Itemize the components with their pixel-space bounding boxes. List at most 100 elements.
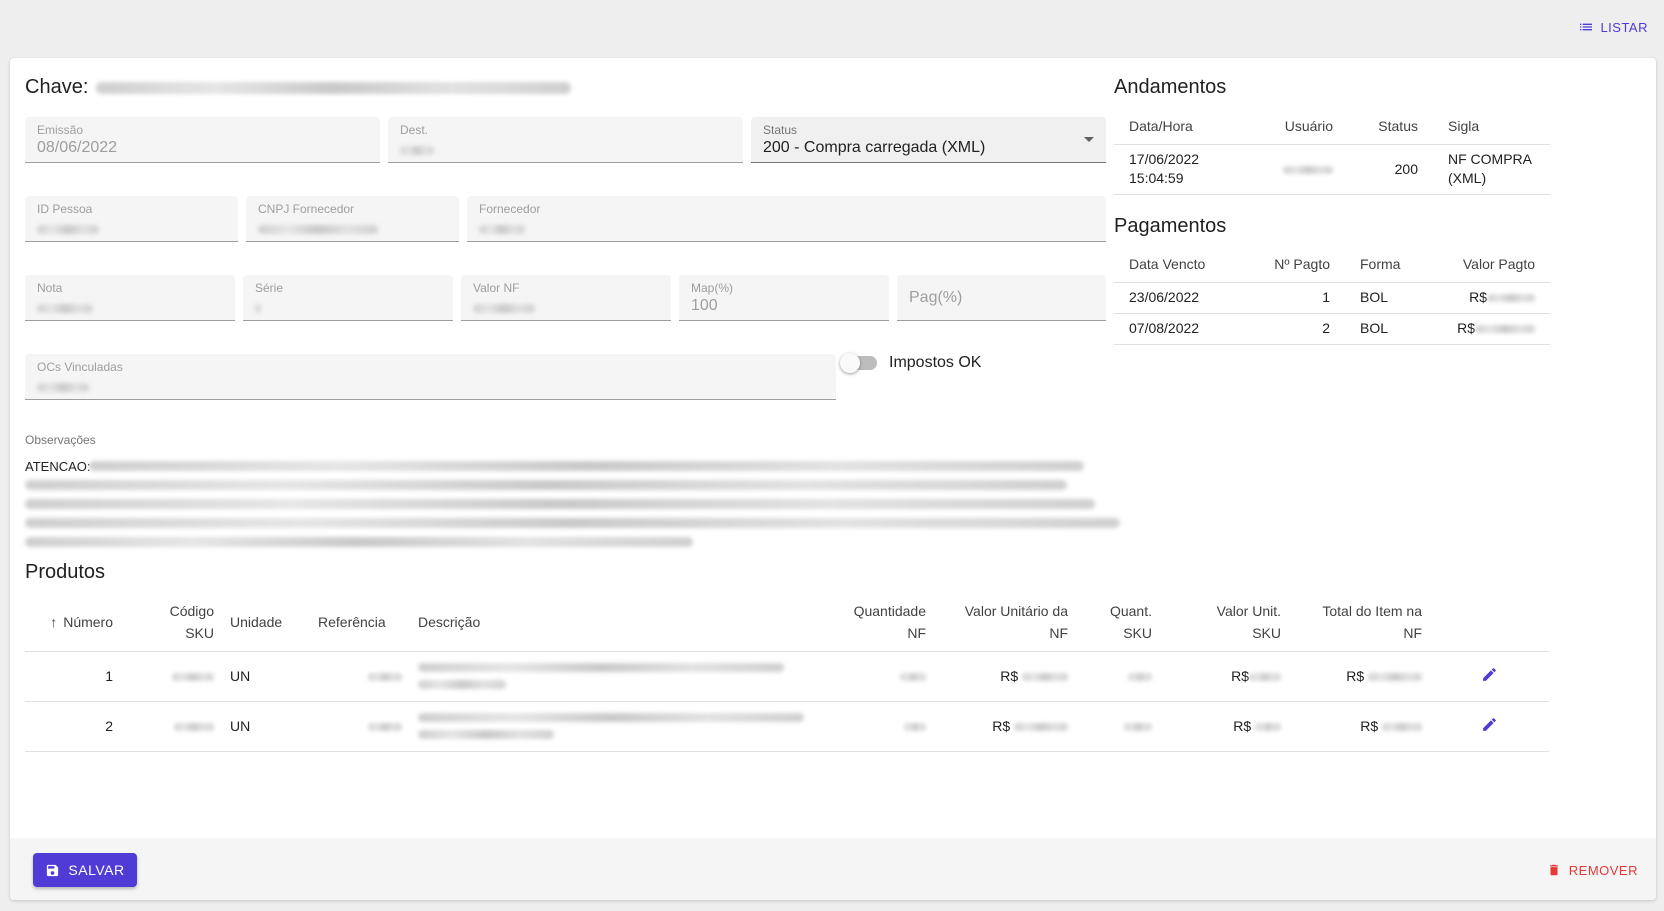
col-quantidade-nf[interactable]: Quantidade NF (834, 593, 934, 652)
chave-label: Chave: (25, 76, 89, 98)
pencil-icon (1483, 718, 1496, 731)
col-unidade-label: Unidade (230, 613, 283, 630)
pagamentos-table: Data Vencto Nº Pagto Forma Valor Pagto 2… (1114, 247, 1550, 345)
currency-label: R$ (1457, 320, 1475, 336)
nota-field[interactable]: Nota (25, 275, 235, 321)
ocs-value-redacted (37, 383, 89, 392)
toggle-track[interactable] (840, 353, 877, 373)
save-button[interactable]: SALVAR (33, 853, 137, 887)
nf-form-card: Chave: Emissão 08/06/2022 Dest. Status 2… (10, 58, 1656, 900)
col-status[interactable]: Status (1348, 109, 1433, 145)
cell-num-pagto: 2 (1245, 313, 1345, 345)
col-unidade[interactable]: Unidade (222, 593, 310, 652)
pagamentos-title: Pagamentos (1114, 215, 1227, 237)
andamentos-title: Andamentos (1114, 76, 1227, 98)
dropdown-arrow-icon[interactable] (1084, 137, 1094, 142)
status-select[interactable]: Status 200 - Compra carregada (XML) (751, 117, 1106, 163)
col-valor-unit-sku[interactable]: Valor Unit. SKU (1160, 593, 1289, 652)
cell-codigo-sku (121, 651, 222, 702)
table-row: 23/06/2022 1 BOL R$ (1114, 282, 1550, 314)
observacoes-prefix: ATENCAO: (25, 459, 91, 474)
cell-num-pagto: 1 (1245, 282, 1345, 314)
listar-label: LISTAR (1600, 19, 1648, 35)
emissao-field[interactable]: Emissão 08/06/2022 (25, 117, 380, 163)
list-icon (1580, 23, 1593, 31)
col-sigla[interactable]: Sigla (1433, 109, 1550, 145)
col-codigo-label-2: SKU (185, 624, 214, 641)
cell-status: 200 (1348, 144, 1433, 195)
fornecedor-label: Fornecedor (479, 202, 541, 216)
cell-valor-unitario-nf: R$ (934, 701, 1076, 752)
chave-row: Chave: (25, 76, 572, 99)
save-label: SALVAR (68, 862, 125, 878)
cell-quant-sku (1076, 701, 1160, 752)
toggle-thumb[interactable] (840, 353, 860, 373)
datetime-date: 17/06/2022 (1129, 151, 1200, 167)
id-pessoa-value-redacted (37, 225, 99, 234)
col-codigo-sku[interactable]: Código SKU (121, 593, 222, 652)
impostos-ok-toggle[interactable]: Impostos OK (840, 353, 982, 373)
table-row: 07/08/2022 2 BOL R$ (1114, 313, 1550, 345)
col-num-pagto[interactable]: Nº Pagto (1245, 247, 1345, 283)
nota-label: Nota (37, 281, 63, 295)
emissao-value: 08/06/2022 (37, 139, 118, 156)
table-row: 1 UN R$ R$ R$ (25, 651, 1549, 702)
redacted-value (418, 680, 506, 689)
remove-button[interactable]: REMOVER (1547, 857, 1638, 883)
col-data-hora[interactable]: Data/Hora (1114, 109, 1261, 145)
col-valor-unitario-nf[interactable]: Valor Unitário da NF (934, 593, 1076, 652)
col-vsku-label: Valor Unit. (1216, 602, 1281, 619)
redacted-value (418, 713, 804, 722)
serie-field[interactable]: Série (243, 275, 453, 321)
listar-button[interactable]: LISTAR (1570, 14, 1656, 40)
cell-referencia (310, 701, 410, 752)
id-pessoa-field[interactable]: ID Pessoa (25, 196, 238, 242)
col-total-item-nf[interactable]: Total do Item na NF (1289, 593, 1430, 652)
sigla-line-2: (XML) (1448, 170, 1487, 186)
top-bar: LISTAR (0, 0, 1664, 56)
cell-usuario (1261, 144, 1348, 195)
col-forma[interactable]: Forma (1345, 247, 1431, 283)
edit-row-button[interactable] (1481, 668, 1498, 686)
edit-row-button[interactable] (1481, 718, 1498, 736)
redacted-value (1368, 673, 1422, 682)
valor-nf-field[interactable]: Valor NF (461, 275, 671, 321)
datetime-time: 15:04:59 (1129, 170, 1184, 186)
map-field[interactable]: Map(%) 100 (679, 275, 889, 321)
redacted-value (1022, 673, 1068, 682)
pagamentos-header-row: Data Vencto Nº Pagto Forma Valor Pagto (1114, 247, 1550, 283)
impostos-ok-label: Impostos OK (889, 354, 982, 371)
redacted-value (368, 673, 402, 682)
obs-redacted-line (25, 499, 1095, 509)
col-quant-sku[interactable]: Quant. SKU (1076, 593, 1160, 652)
cell-total-item-nf: R$ (1289, 701, 1430, 752)
pag-placeholder: Pag(%) (909, 289, 963, 306)
serie-label: Série (255, 281, 284, 295)
col-numero[interactable]: ↑ Número (25, 593, 121, 652)
dest-field[interactable]: Dest. (388, 117, 743, 163)
col-descricao[interactable]: Descrição (410, 593, 834, 652)
cell-data-vencto: 07/08/2022 (1114, 313, 1245, 345)
table-row: 2 UN R$ R$ R$ (25, 701, 1549, 752)
col-data-vencto[interactable]: Data Vencto (1114, 247, 1245, 283)
redacted-value (1382, 723, 1422, 732)
cell-valor-unit-sku: R$ (1160, 701, 1289, 752)
redacted-value (418, 663, 784, 672)
ocs-vinculadas-field[interactable]: OCs Vinculadas (25, 354, 836, 400)
cell-actions (1430, 701, 1549, 752)
cnpj-value-redacted (258, 225, 378, 234)
col-usuario[interactable]: Usuário (1261, 109, 1348, 145)
cell-numero: 2 (25, 701, 121, 752)
produtos-title: Produtos (25, 561, 106, 583)
col-codigo-label: Código (169, 602, 214, 619)
col-referencia[interactable]: Referência (310, 593, 410, 652)
pag-field[interactable]: Pag(%) (897, 275, 1106, 321)
cell-quantidade-nf (834, 651, 934, 702)
emissao-label: Emissão (37, 123, 84, 137)
col-valor-pagto[interactable]: Valor Pagto (1431, 247, 1550, 283)
map-value: 100 (691, 297, 718, 314)
cnpj-fornecedor-field[interactable]: CNPJ Fornecedor (246, 196, 459, 242)
cell-descricao (410, 651, 834, 702)
fornecedor-field[interactable]: Fornecedor (467, 196, 1106, 242)
cell-total-item-nf: R$ (1289, 651, 1430, 702)
